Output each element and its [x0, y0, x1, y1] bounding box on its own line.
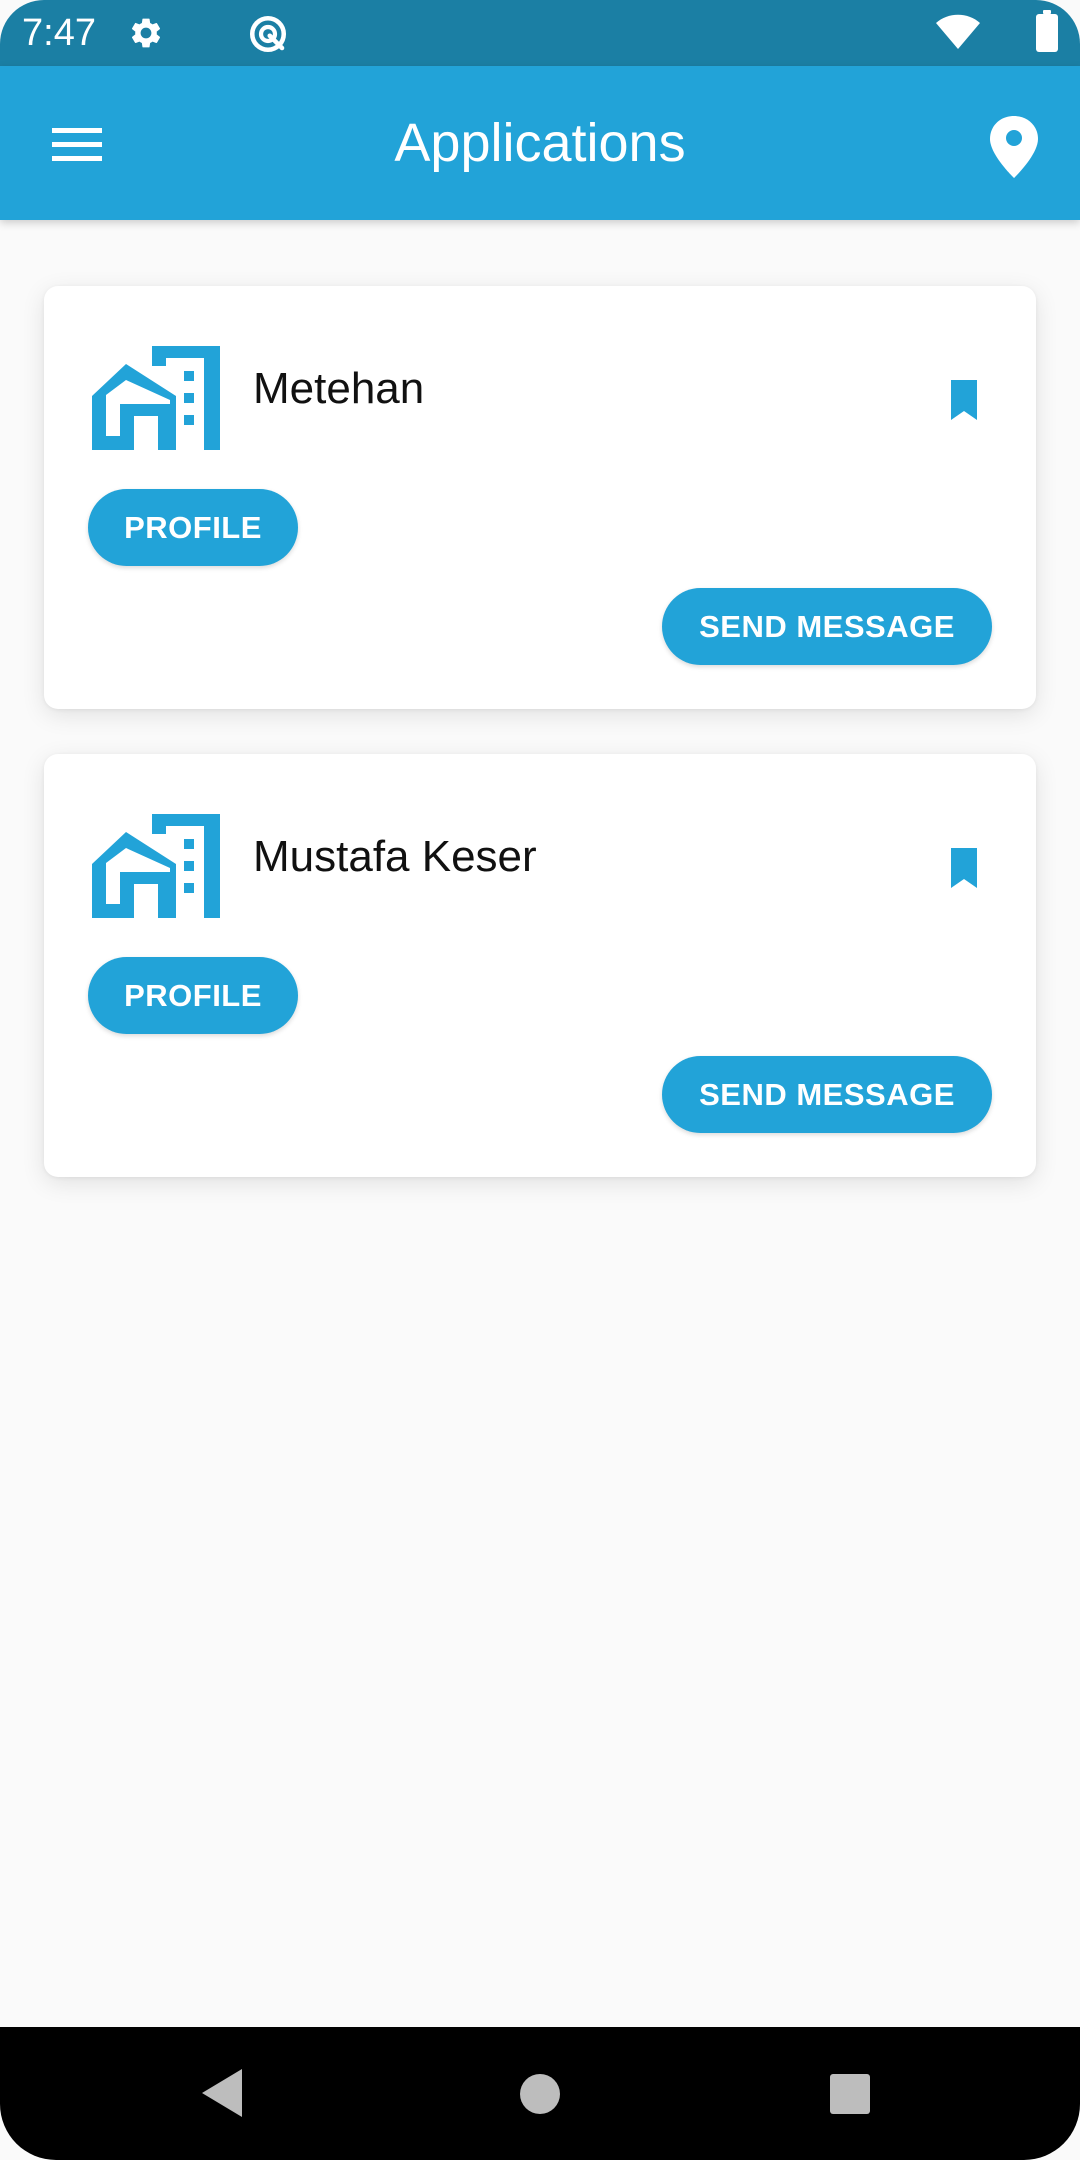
- sync-icon: [249, 15, 287, 53]
- settings-icon: [131, 18, 161, 48]
- profile-button[interactable]: PROFILE: [88, 957, 298, 1034]
- applicant-name: Metehan: [253, 364, 425, 413]
- building-icon: [92, 814, 220, 918]
- building-icon: [92, 346, 220, 450]
- location-pin-icon[interactable]: [984, 112, 1044, 182]
- send-message-button[interactable]: SEND MESSAGE: [662, 1056, 992, 1133]
- recents-icon[interactable]: [829, 2073, 871, 2115]
- status-bar: 7:47: [0, 0, 1080, 66]
- page-title: Applications: [394, 113, 686, 173]
- send-message-button[interactable]: SEND MESSAGE: [662, 588, 992, 665]
- applicant-name: Mustafa Keser: [253, 832, 537, 881]
- bookmark-icon[interactable]: [946, 376, 982, 424]
- application-card: Metehan PROFILE SEND MESSAGE: [44, 286, 1036, 709]
- battery-icon: [1036, 10, 1058, 52]
- status-time: 7:47: [22, 12, 96, 54]
- bookmark-icon[interactable]: [946, 844, 982, 892]
- application-card: Mustafa Keser PROFILE SEND MESSAGE: [44, 754, 1036, 1177]
- profile-button[interactable]: PROFILE: [88, 489, 298, 566]
- home-icon[interactable]: [519, 2073, 561, 2115]
- navigation-bar: [0, 2027, 1080, 2160]
- wifi-icon: [936, 14, 980, 49]
- back-icon[interactable]: [200, 2067, 244, 2119]
- app-bar: Applications: [0, 66, 1080, 220]
